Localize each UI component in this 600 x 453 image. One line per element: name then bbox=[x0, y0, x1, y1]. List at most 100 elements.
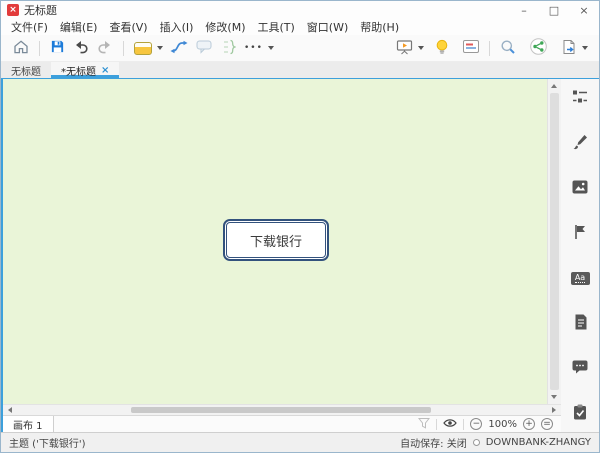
idea-button[interactable] bbox=[431, 37, 453, 59]
vertical-scrollbar-thumb[interactable] bbox=[550, 93, 559, 390]
format-painter-icon bbox=[572, 134, 588, 153]
scroll-right-arrow-icon[interactable] bbox=[552, 407, 556, 413]
horizontal-scrollbar[interactable] bbox=[3, 404, 561, 415]
share-icon bbox=[530, 38, 547, 58]
menu-bar: 文件(F) 编辑(E) 查看(V) 插入(I) 修改(M) 工具(T) 窗口(W… bbox=[1, 19, 599, 35]
menu-item-file[interactable]: 文件(F) bbox=[5, 19, 54, 35]
search-button[interactable] bbox=[496, 37, 520, 59]
sheet-bar: 画布 1 − 100% + = bbox=[3, 415, 561, 432]
editor-area: 下载银行 画布 1 − 100% + = bbox=[1, 79, 563, 434]
tab-label: *无标题 bbox=[61, 63, 96, 78]
callout-button[interactable] bbox=[192, 37, 217, 59]
tab-untitled-1[interactable]: 无标题 bbox=[1, 62, 51, 78]
format-painter-button[interactable] bbox=[569, 134, 591, 152]
comment-panel-button[interactable] bbox=[569, 359, 591, 377]
menu-item-help[interactable]: 帮助(H) bbox=[354, 19, 405, 35]
picture-icon bbox=[572, 180, 588, 197]
horizontal-scrollbar-thumb[interactable] bbox=[131, 407, 431, 413]
picture-panel-button[interactable] bbox=[569, 179, 591, 197]
share-button[interactable] bbox=[526, 37, 551, 59]
menu-item-modify[interactable]: 修改(M) bbox=[199, 19, 251, 35]
more-tools-button[interactable]: ••• bbox=[240, 37, 267, 59]
tab-close-icon[interactable]: × bbox=[101, 65, 109, 76]
undo-icon bbox=[73, 39, 89, 57]
export-dropdown-caret[interactable] bbox=[582, 46, 588, 50]
title-bar: × 无标题 – □ × bbox=[1, 1, 599, 19]
redo-icon bbox=[97, 39, 113, 57]
sheet-bar-controls: − 100% + = bbox=[418, 417, 561, 432]
scroll-up-arrow-icon[interactable] bbox=[551, 84, 557, 88]
save-icon bbox=[50, 39, 65, 57]
note-icon bbox=[574, 314, 587, 333]
zoom-in-button[interactable]: + bbox=[523, 418, 535, 430]
relationship-icon bbox=[170, 40, 188, 57]
computer-name-text: DOWNBANK-ZHANGY bbox=[486, 437, 591, 448]
central-topic-node[interactable]: 下载银行 bbox=[223, 219, 329, 261]
menu-item-window[interactable]: 窗口(W) bbox=[301, 19, 354, 35]
toolbar-separator bbox=[39, 41, 40, 56]
tab-untitled-2[interactable]: *无标题 × bbox=[51, 62, 119, 78]
filter-icon[interactable] bbox=[418, 417, 430, 432]
more-icon: ••• bbox=[244, 43, 263, 53]
minimize-button[interactable]: – bbox=[509, 1, 539, 19]
structure-icon bbox=[571, 89, 589, 108]
menu-item-view[interactable]: 查看(V) bbox=[103, 19, 153, 35]
export-icon bbox=[561, 39, 577, 58]
mindmap-canvas[interactable]: 下载银行 bbox=[3, 79, 547, 404]
toolbar-separator bbox=[489, 41, 490, 56]
autosave-status-text[interactable]: 自动保存: 关闭 bbox=[400, 435, 467, 450]
sync-status-dot-icon bbox=[473, 439, 480, 446]
presentation-button[interactable] bbox=[392, 37, 417, 59]
vertical-scrollbar[interactable] bbox=[547, 79, 561, 404]
zoom-fit-button[interactable]: = bbox=[541, 418, 553, 430]
menu-item-edit[interactable]: 编辑(E) bbox=[54, 19, 104, 35]
redo-button[interactable] bbox=[93, 37, 117, 59]
insert-topic-button[interactable] bbox=[130, 37, 156, 59]
scroll-left-arrow-icon[interactable] bbox=[8, 407, 12, 413]
presentation-dropdown-caret[interactable] bbox=[418, 46, 424, 50]
marker-panel-button[interactable] bbox=[569, 224, 591, 242]
task-clipboard-icon bbox=[573, 404, 587, 423]
marker-flag-icon bbox=[573, 224, 587, 243]
idea-lightbulb-icon bbox=[435, 39, 449, 58]
export-button[interactable] bbox=[557, 37, 581, 59]
zoom-out-button[interactable]: − bbox=[470, 418, 482, 430]
slide-button[interactable] bbox=[459, 37, 483, 59]
scroll-down-arrow-icon[interactable] bbox=[551, 395, 557, 399]
more-dropdown-caret[interactable] bbox=[268, 46, 274, 50]
topic-icon bbox=[134, 42, 152, 55]
home-button[interactable] bbox=[9, 37, 33, 59]
zoom-level: 100% bbox=[488, 419, 517, 430]
menu-item-tools[interactable]: 工具(T) bbox=[251, 19, 300, 35]
search-icon bbox=[500, 39, 516, 58]
slide-icon bbox=[463, 40, 479, 56]
summary-button[interactable] bbox=[217, 37, 240, 59]
font-icon: Aa bbox=[571, 272, 590, 285]
menu-item-insert[interactable]: 插入(I) bbox=[154, 19, 200, 35]
relationship-button[interactable] bbox=[166, 37, 192, 59]
task-panel-button[interactable] bbox=[569, 404, 591, 422]
topic-dropdown-caret[interactable] bbox=[157, 46, 163, 50]
mini-separator bbox=[436, 419, 437, 430]
save-button[interactable] bbox=[46, 37, 69, 59]
comment-icon bbox=[572, 360, 588, 377]
structure-panel-button[interactable] bbox=[569, 89, 591, 107]
window-title: 无标题 bbox=[24, 2, 57, 18]
canvas-row: 下载银行 bbox=[3, 79, 561, 404]
status-bar: 主题 ('下载银行') 自动保存: 关闭 DOWNBANK-ZHANGY bbox=[1, 432, 599, 452]
home-icon bbox=[13, 39, 29, 58]
visibility-eye-icon[interactable] bbox=[443, 418, 457, 431]
right-sidebar: Aa bbox=[561, 79, 599, 434]
callout-icon bbox=[196, 39, 213, 57]
close-button[interactable]: × bbox=[569, 1, 599, 19]
toolbar-separator bbox=[123, 41, 124, 56]
selection-status-text: 主题 ('下载银行') bbox=[9, 435, 85, 450]
document-tab-bar: 无标题 *无标题 × bbox=[1, 62, 599, 80]
maximize-button[interactable]: □ bbox=[539, 1, 569, 19]
font-panel-button[interactable]: Aa bbox=[569, 269, 591, 287]
undo-button[interactable] bbox=[69, 37, 93, 59]
mini-separator bbox=[463, 419, 464, 430]
sheet-tab-canvas1[interactable]: 画布 1 bbox=[3, 416, 54, 432]
app-logo-icon: × bbox=[7, 4, 19, 16]
note-panel-button[interactable] bbox=[569, 314, 591, 332]
